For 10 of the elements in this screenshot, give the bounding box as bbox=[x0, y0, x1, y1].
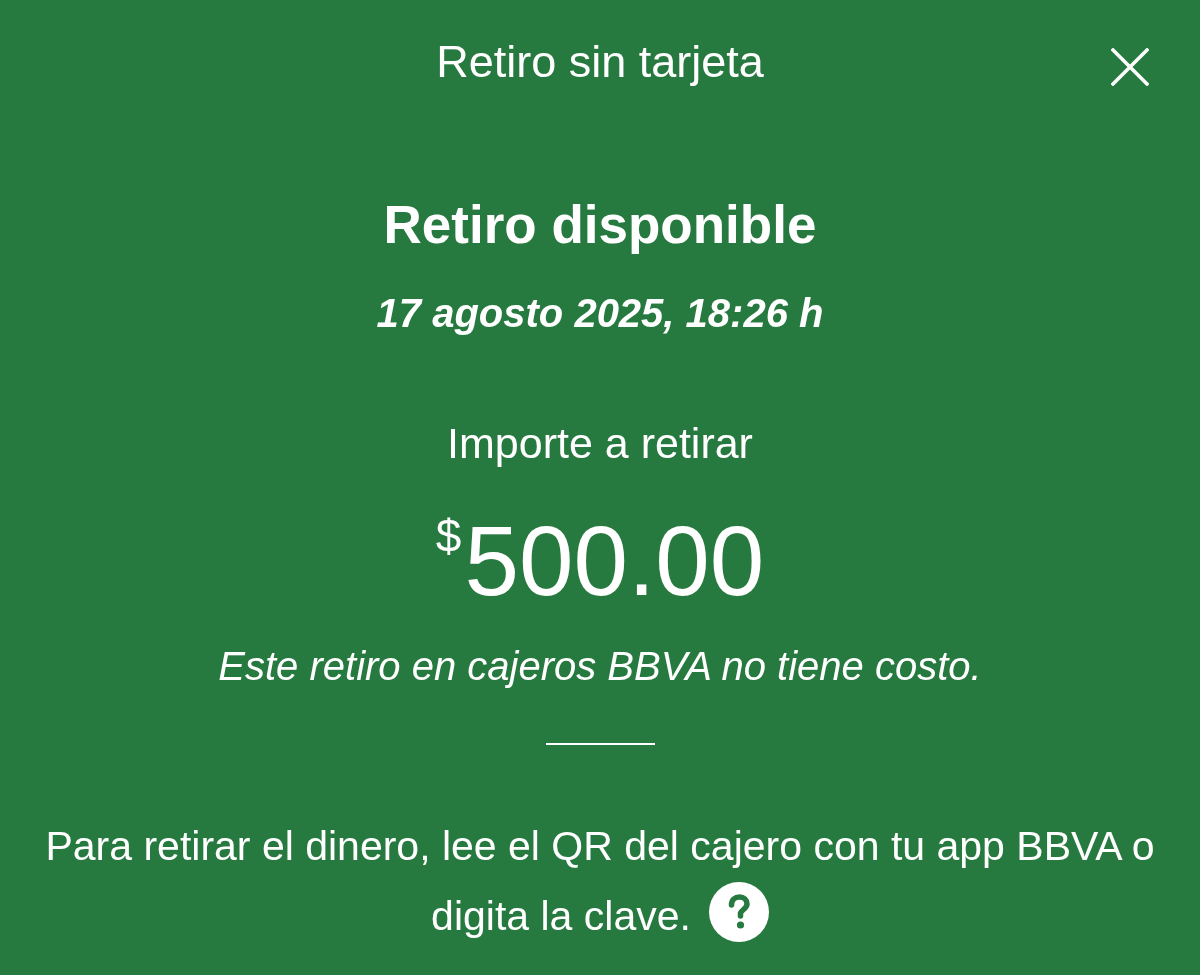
help-icon[interactable] bbox=[708, 882, 769, 942]
screen-title: Retiro sin tarjeta bbox=[436, 35, 764, 89]
close-button[interactable] bbox=[1111, 48, 1149, 86]
fee-note: Este retiro en cajeros BBVA no tiene costo. bbox=[218, 643, 982, 690]
amount-label: Importe a retirar bbox=[447, 417, 753, 469]
instructions-text: digita la clave. bbox=[431, 892, 691, 941]
instructions-text: Para retirar el dinero, lee el QR del cajero con tu app BBVA o bbox=[45, 822, 1155, 871]
amount-value: $^{$}$500.00 bbox=[435, 508, 765, 616]
date-text: 17 agosto 2025, 18:26 h bbox=[376, 289, 824, 337]
status-heading: Retiro disponible bbox=[383, 194, 817, 256]
